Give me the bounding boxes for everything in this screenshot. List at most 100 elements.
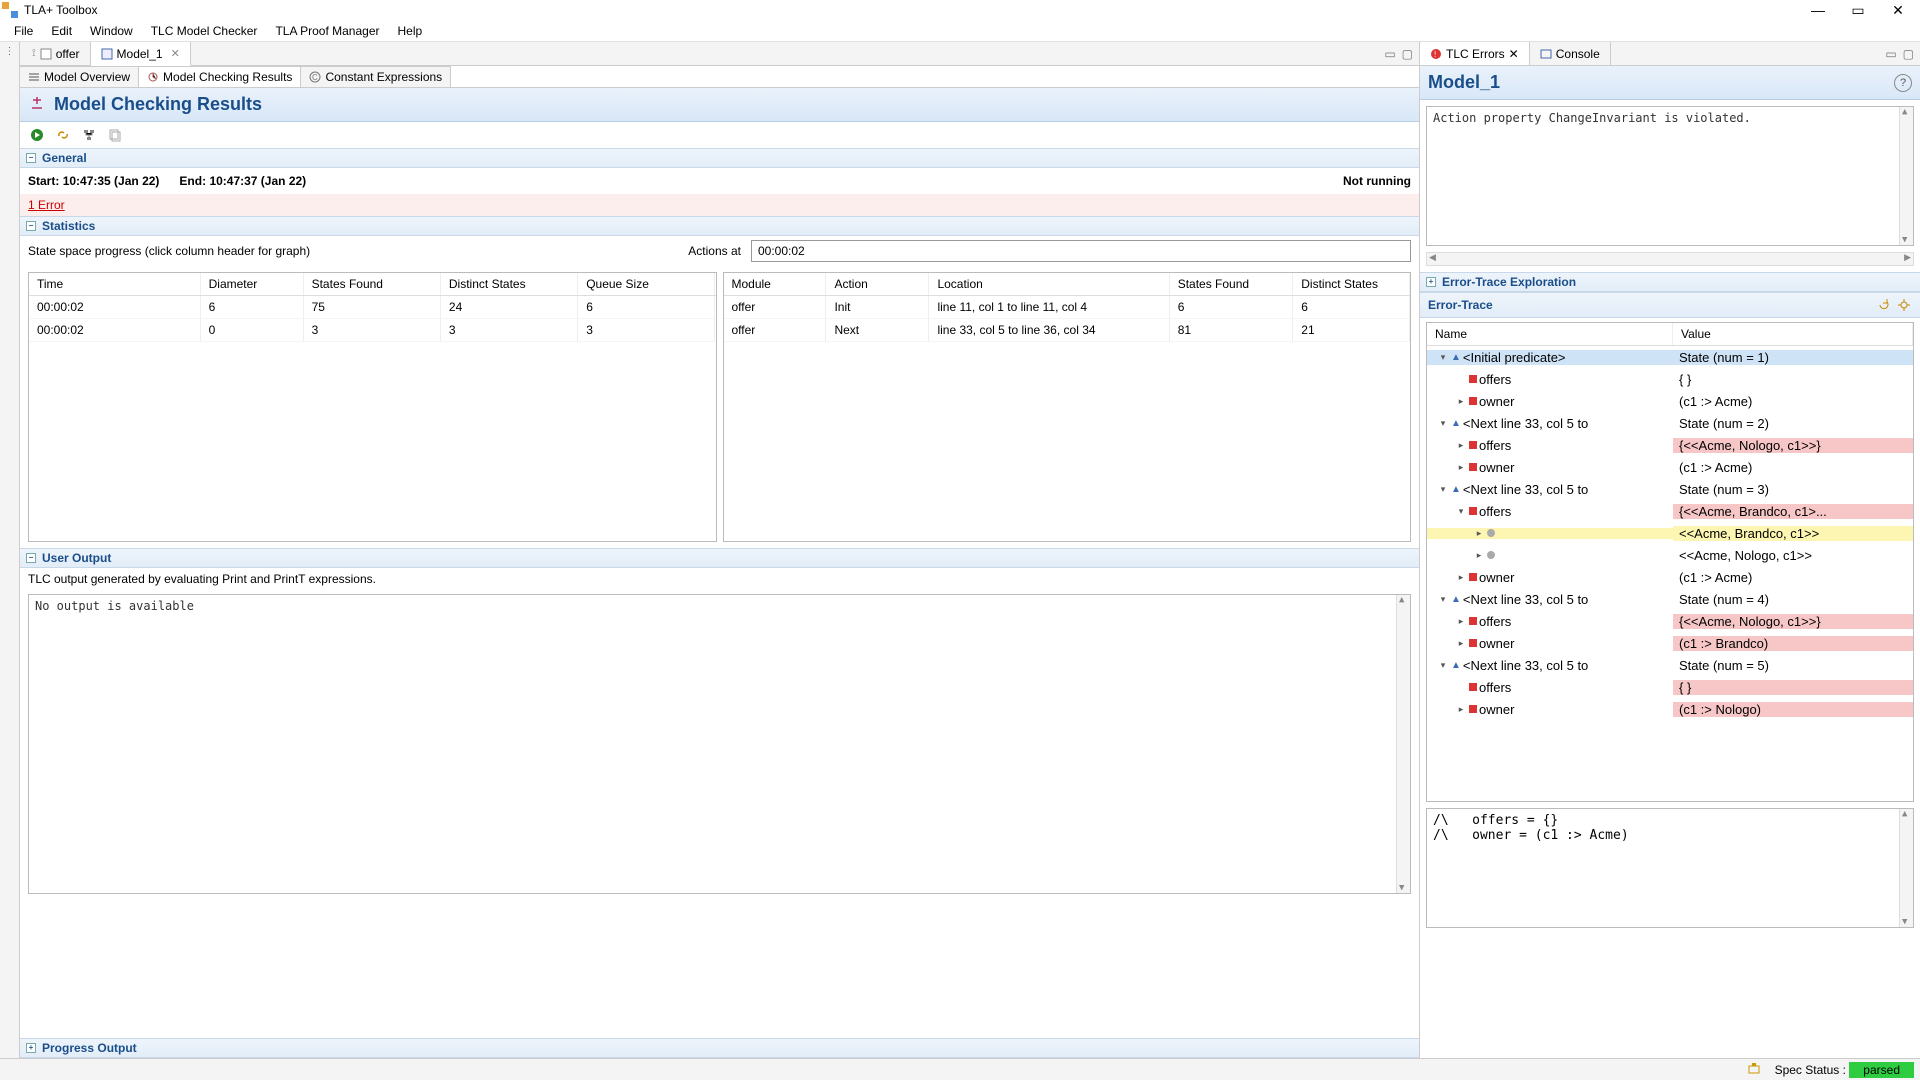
trace-row[interactable]: ▸ <<Acme, Nologo, c1>> (1427, 544, 1913, 566)
trace-row[interactable]: offers{ } (1427, 368, 1913, 390)
collapse-icon[interactable]: − (26, 221, 36, 231)
subtab-const[interactable]: C Constant Expressions (301, 66, 451, 87)
trace-tool-1[interactable] (1876, 297, 1892, 313)
trace-row[interactable]: ▸ owner(c1 :> Acme) (1427, 390, 1913, 412)
chevron-down-icon[interactable]: ▾ (1455, 506, 1467, 517)
tab-model1[interactable]: Model_1 ✕ (91, 42, 191, 66)
window-close-button[interactable]: ✕ (1878, 0, 1918, 20)
trace-tool-2[interactable] (1896, 297, 1912, 313)
col-header[interactable]: States Found (1170, 273, 1294, 295)
maximize-view-icon[interactable]: ▢ (1402, 47, 1413, 61)
menu-window[interactable]: Window (82, 22, 141, 40)
close-icon[interactable]: ✕ (171, 47, 180, 60)
table-row[interactable]: offerInitline 11, col 1 to line 11, col … (724, 296, 1411, 319)
chevron-right-icon[interactable]: ▸ (1455, 572, 1467, 583)
chevron-right-icon[interactable]: ▸ (1455, 396, 1467, 407)
col-header[interactable]: Diameter (201, 273, 304, 295)
menu-edit[interactable]: Edit (43, 22, 80, 40)
help-button[interactable]: ? (1894, 74, 1912, 92)
trace-row[interactable]: ▸ <<Acme, Brandco, c1>> (1427, 522, 1913, 544)
chevron-down-icon[interactable]: ▾ (1437, 594, 1449, 605)
table-row[interactable]: offerNextline 33, col 5 to line 36, col … (724, 319, 1411, 342)
trace-row[interactable]: ▾▲ <Next line 33, col 5 toState (num = 4… (1427, 588, 1913, 610)
status-icon[interactable] (1747, 1062, 1763, 1078)
chevron-down-icon[interactable]: ▾ (1437, 660, 1449, 671)
error-message-box[interactable]: Action property ChangeInvariant is viola… (1426, 106, 1914, 246)
section-progress-output[interactable]: + Progress Output (20, 1038, 1419, 1058)
collapse-icon[interactable]: − (26, 553, 36, 563)
col-header[interactable]: Module (724, 273, 827, 295)
col-header[interactable]: Location (929, 273, 1169, 295)
col-header[interactable]: Queue Size (578, 273, 715, 295)
col-header[interactable]: Distinct States (441, 273, 578, 295)
scrollbar[interactable] (1396, 595, 1410, 893)
chevron-right-icon[interactable]: ▸ (1455, 638, 1467, 649)
subtab-overview[interactable]: Model Overview (20, 66, 139, 87)
chevron-right-icon[interactable]: ▸ (1455, 616, 1467, 627)
close-icon[interactable]: ✕ (1509, 47, 1519, 61)
run-button[interactable] (28, 126, 46, 144)
trace-col-name[interactable]: Name (1427, 323, 1673, 345)
state-detail-box[interactable]: /\ offers = {} /\ owner = (c1 :> Acme) (1426, 808, 1914, 928)
scrollbar[interactable] (1899, 809, 1913, 927)
spec-explorer-gutter[interactable]: ⋮ (0, 42, 20, 1058)
section-general[interactable]: − General (20, 148, 1419, 168)
table-row[interactable]: 00:00:02675246 (29, 296, 716, 319)
trace-row[interactable]: ▸ offers{<<Acme, Nologo, c1>>} (1427, 610, 1913, 632)
chevron-right-icon[interactable]: ▸ (1473, 550, 1485, 561)
col-header[interactable]: Time (29, 273, 201, 295)
tab-console[interactable]: Console (1530, 42, 1611, 65)
actions-at-input[interactable] (751, 240, 1411, 262)
chevron-down-icon[interactable]: ▾ (1437, 484, 1449, 495)
table-row[interactable]: 00:00:020333 (29, 319, 716, 342)
chevron-right-icon[interactable]: ▸ (1455, 704, 1467, 715)
trace-row[interactable]: ▾▲ <Initial predicate>State (num = 1) (1427, 346, 1913, 368)
user-output-box[interactable]: No output is available (28, 594, 1411, 894)
trace-row[interactable]: ▸ owner(c1 :> Acme) (1427, 456, 1913, 478)
chevron-right-icon[interactable]: ▸ (1455, 462, 1467, 473)
trace-row[interactable]: ▾▲ <Next line 33, col 5 toState (num = 2… (1427, 412, 1913, 434)
link-button[interactable] (54, 126, 72, 144)
error-link[interactable]: 1 Error (28, 198, 65, 212)
trace-row[interactable]: offers{ } (1427, 676, 1913, 698)
menu-file[interactable]: File (6, 22, 41, 40)
trace-tree[interactable]: Name Value ▾▲ <Initial predicate>State (… (1426, 322, 1914, 802)
tree-button[interactable] (80, 126, 98, 144)
tab-offer[interactable]: ⟟ offer (20, 42, 91, 65)
chevron-down-icon[interactable]: ▾ (1437, 418, 1449, 429)
maximize-view-icon[interactable]: ▢ (1903, 47, 1914, 61)
trace-row[interactable]: ▸ owner(c1 :> Brandco) (1427, 632, 1913, 654)
trace-row[interactable]: ▸ owner(c1 :> Nologo) (1427, 698, 1913, 720)
scrollbar[interactable] (1899, 107, 1913, 245)
chevron-right-icon[interactable]: ▸ (1455, 440, 1467, 451)
menu-proof[interactable]: TLA Proof Manager (267, 22, 387, 40)
section-statistics[interactable]: − Statistics (20, 216, 1419, 236)
subtab-results[interactable]: Model Checking Results (139, 66, 301, 87)
window-minimize-button[interactable]: — (1798, 0, 1838, 20)
trace-value: State (num = 4) (1673, 592, 1913, 607)
copy-button[interactable] (106, 126, 124, 144)
chevron-down-icon[interactable]: ▾ (1437, 352, 1449, 363)
trace-row[interactable]: ▸ owner(c1 :> Acme) (1427, 566, 1913, 588)
collapse-icon[interactable]: − (26, 153, 36, 163)
chevron-right-icon[interactable]: ▸ (1473, 528, 1485, 539)
trace-row[interactable]: ▸ offers{<<Acme, Nologo, c1>>} (1427, 434, 1913, 456)
col-header[interactable]: States Found (304, 273, 441, 295)
expand-icon[interactable]: + (1426, 277, 1436, 287)
horizontal-scrollbar[interactable] (1426, 252, 1914, 266)
col-header[interactable]: Distinct States (1293, 273, 1410, 295)
col-header[interactable]: Action (826, 273, 929, 295)
trace-row[interactable]: ▾▲ <Next line 33, col 5 toState (num = 5… (1427, 654, 1913, 676)
minimize-view-icon[interactable]: ▭ (1885, 47, 1896, 61)
trace-row[interactable]: ▾ offers{<<Acme, Brandco, c1>... (1427, 500, 1913, 522)
menu-tlc[interactable]: TLC Model Checker (143, 22, 266, 40)
window-maximize-button[interactable]: ▭ (1838, 0, 1878, 20)
menu-help[interactable]: Help (390, 22, 431, 40)
trace-col-value[interactable]: Value (1673, 323, 1913, 345)
section-trace-exploration[interactable]: + Error-Trace Exploration (1420, 272, 1920, 292)
expand-icon[interactable]: + (26, 1043, 36, 1053)
minimize-view-icon[interactable]: ▭ (1384, 47, 1395, 61)
tab-tlc-errors[interactable]: ! TLC Errors ✕ (1420, 42, 1530, 65)
trace-row[interactable]: ▾▲ <Next line 33, col 5 toState (num = 3… (1427, 478, 1913, 500)
section-user-output[interactable]: − User Output (20, 548, 1419, 568)
